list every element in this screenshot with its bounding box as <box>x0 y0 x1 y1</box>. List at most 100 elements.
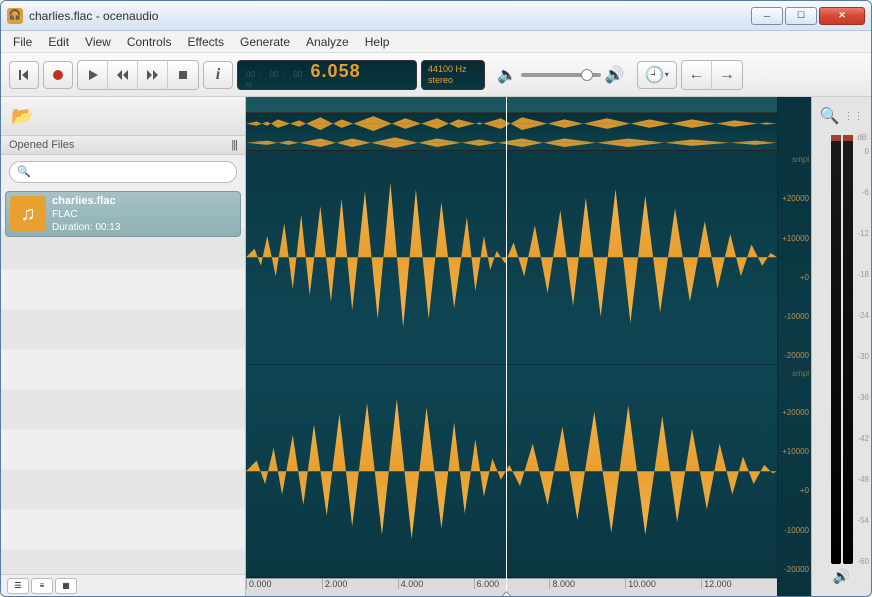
volume-low-icon: 🔈 <box>497 65 517 85</box>
meter-right <box>843 135 853 564</box>
forward-button[interactable] <box>138 61 168 89</box>
db-label: dB <box>857 133 867 142</box>
sidebar-handle-icon[interactable]: ||| <box>231 139 237 151</box>
file-duration: Duration: 00:13 <box>52 221 120 234</box>
close-button[interactable]: ✕ <box>819 7 865 25</box>
sidebar-section-label: Opened Files ||| <box>1 135 245 155</box>
window-title: charlies.flac - ocenaudio <box>29 9 749 23</box>
meter-menu-icon[interactable]: ⋮⋮ <box>843 111 863 122</box>
goto-start-icon <box>18 69 30 81</box>
ruler-tick: 12.000 <box>701 579 777 589</box>
rewind-icon <box>116 69 130 81</box>
zoom-in-icon[interactable]: 🔍 <box>820 106 840 126</box>
sidebar-header[interactable]: 📂 <box>1 97 245 135</box>
amp-tick: +10000 <box>780 234 809 243</box>
meter-left <box>831 135 841 564</box>
track-right[interactable] <box>246 365 777 579</box>
time-sec-prefix: 00 <box>293 70 302 79</box>
time-hr-prefix: 00 <box>246 70 255 79</box>
menu-controls[interactable]: Controls <box>119 33 180 51</box>
sample-rate: 44100 Hz <box>428 64 478 75</box>
app-window: 🎧 charlies.flac - ocenaudio ─ ☐ ✕ File E… <box>0 0 872 597</box>
time-min-prefix: 00 <box>270 70 279 79</box>
file-meta: charlies.flac FLAC Duration: 00:13 <box>52 194 120 234</box>
volume-high-icon: 🔊 <box>605 65 625 85</box>
playhead[interactable] <box>506 97 507 596</box>
amp-tick: +20000 <box>780 408 809 417</box>
menu-view[interactable]: View <box>77 33 119 51</box>
waveform-right <box>246 365 777 577</box>
forward-icon <box>146 69 160 81</box>
amp-tick: -10000 <box>780 312 809 321</box>
maximize-button[interactable]: ☐ <box>785 7 817 25</box>
menu-edit[interactable]: Edit <box>40 33 77 51</box>
volume-knob[interactable] <box>581 69 593 81</box>
clock-icon: 🕘 <box>645 65 665 85</box>
play-button[interactable] <box>78 61 108 89</box>
record-button[interactable] <box>43 61 73 89</box>
folder-icon: 📂 <box>11 106 33 127</box>
waveform-column: 0.000 2.000 4.000 6.000 8.000 10.000 12.… <box>246 97 777 596</box>
level-meter-panel: 🔍 ⋮⋮ dB 0 -6 -12 -18 -24 -30 -36 -42 <box>811 97 871 596</box>
minimize-button[interactable]: ─ <box>751 7 783 25</box>
history-button[interactable]: 🕘▾ <box>637 61 677 89</box>
search-wrap: 🔍 <box>1 155 245 189</box>
app-icon: 🎧 <box>7 8 23 24</box>
info-button[interactable]: i <box>203 61 233 89</box>
time-ruler[interactable]: 0.000 2.000 4.000 6.000 8.000 10.000 12.… <box>246 578 777 596</box>
stop-button[interactable] <box>168 61 198 89</box>
view-switcher: ☰ ≡ ▦ <box>1 574 245 596</box>
ruler-tick: 8.000 <box>549 579 625 589</box>
time-main: 6.058 <box>311 61 361 81</box>
goto-start-button[interactable] <box>9 61 39 89</box>
main-area: 📂 Opened Files ||| 🔍 ♫ charlies.flac FLA… <box>1 97 871 596</box>
time-display[interactable]: 00: 00: 00 6.058 hr <box>237 60 417 90</box>
file-list[interactable]: ♫ charlies.flac FLAC Duration: 00:13 <box>1 189 245 574</box>
nav-back-button[interactable]: ← <box>682 61 712 89</box>
ruler-tick: 4.000 <box>398 579 474 589</box>
amp-tick: +10000 <box>780 447 809 456</box>
db-scale: 0 -6 -12 -18 -24 -30 -36 -42 -48 -54 -60 <box>853 147 869 566</box>
menu-help[interactable]: Help <box>357 33 398 51</box>
sidebar: 📂 Opened Files ||| 🔍 ♫ charlies.flac FLA… <box>1 97 246 596</box>
rate-display[interactable]: 44100 Hz stereo <box>421 60 485 90</box>
volume-control: 🔈 🔊 <box>497 65 625 85</box>
ruler-tick: 2.000 <box>322 579 398 589</box>
amp-tick: +0 <box>780 273 809 282</box>
ruler-tick: 0.000 <box>246 579 322 589</box>
overview-track[interactable] <box>246 113 777 151</box>
volume-slider[interactable] <box>521 73 601 77</box>
view-detail-button[interactable]: ≡ <box>31 578 53 594</box>
search-input[interactable] <box>9 161 237 183</box>
menu-analyze[interactable]: Analyze <box>298 33 357 51</box>
amp-tick: +20000 <box>780 194 809 203</box>
amp-tick: -20000 <box>780 565 809 574</box>
menu-effects[interactable]: Effects <box>180 33 232 51</box>
waveform-left <box>246 151 777 363</box>
transport-group <box>77 60 199 90</box>
play-icon <box>87 69 99 81</box>
view-list-button[interactable]: ☰ <box>7 578 29 594</box>
nav-forward-button[interactable]: → <box>712 61 742 89</box>
file-item[interactable]: ♫ charlies.flac FLAC Duration: 00:13 <box>5 191 241 237</box>
amp-tick: -20000 <box>780 351 809 360</box>
amplitude-ruler: smpl +20000 +10000 +0 -10000 -20000 smpl… <box>777 97 811 596</box>
menubar: File Edit View Controls Effects Generate… <box>1 31 871 53</box>
menu-file[interactable]: File <box>5 33 40 51</box>
waveform-toolbar <box>246 97 777 113</box>
rewind-button[interactable] <box>108 61 138 89</box>
toolbar: i 00: 00: 00 6.058 hr 44100 Hz stereo 🔈 … <box>1 53 871 97</box>
titlebar[interactable]: 🎧 charlies.flac - ocenaudio ─ ☐ ✕ <box>1 1 871 31</box>
search-icon: 🔍 <box>17 165 31 178</box>
waveform-area: 0.000 2.000 4.000 6.000 8.000 10.000 12.… <box>246 97 871 596</box>
file-name: charlies.flac <box>52 194 120 208</box>
stop-icon <box>177 69 189 81</box>
amp-unit: smpl <box>780 155 809 164</box>
output-icon[interactable]: 🔊 <box>833 568 850 592</box>
menu-generate[interactable]: Generate <box>232 33 298 51</box>
nav-group: ← → <box>681 60 743 90</box>
track-left[interactable] <box>246 151 777 365</box>
view-grid-button[interactable]: ▦ <box>55 578 77 594</box>
amp-tick: +0 <box>780 486 809 495</box>
amp-unit: smpl <box>780 369 809 378</box>
